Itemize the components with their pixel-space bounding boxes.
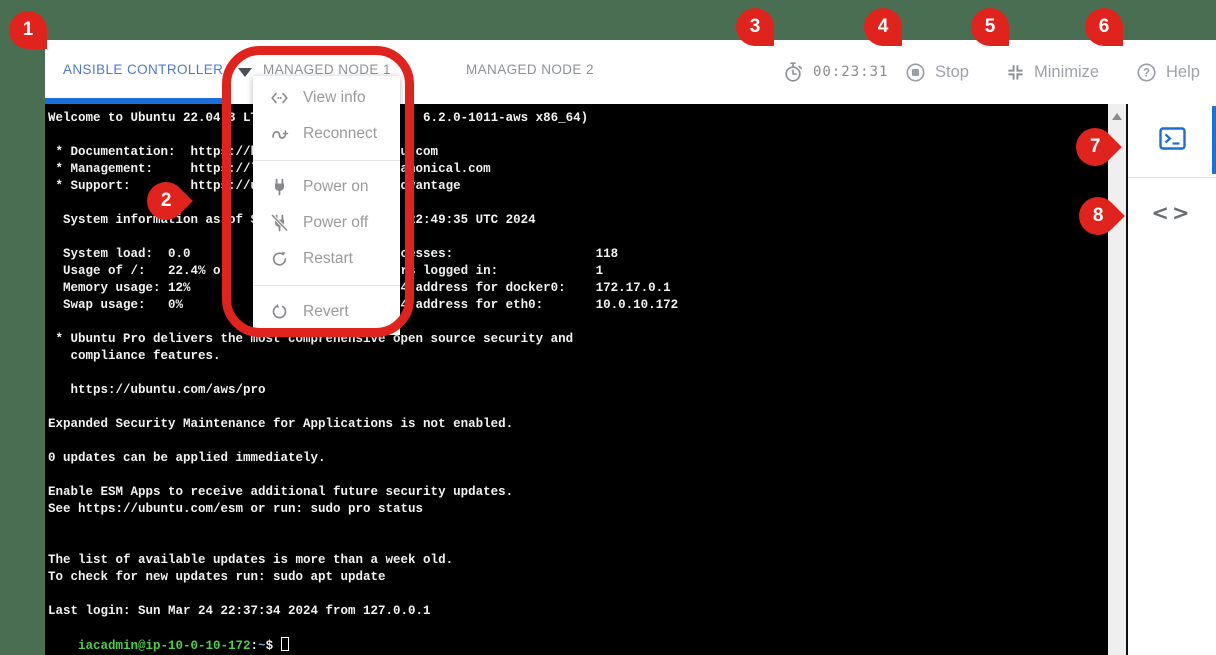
chevron-down-icon[interactable]	[238, 68, 252, 77]
terminal-line: * Support: https://ubuntu .com/advantage	[48, 178, 1108, 195]
svg-text:?: ?	[1143, 67, 1150, 79]
menu-item-power-off[interactable]: Power off	[253, 205, 400, 241]
minimize-button[interactable]: Minimize	[1006, 40, 1099, 104]
help-icon: ?	[1136, 62, 1157, 83]
terminal-line: Enable ESM Apps to receive additional fu…	[48, 484, 1108, 501]
terminal-line: See https://ubuntu.com/esm or run: sudo …	[48, 501, 1108, 518]
scroll-up-icon[interactable]	[1112, 113, 1122, 120]
terminal-line	[48, 314, 1108, 331]
tool-sidebar: <>	[1128, 104, 1216, 655]
terminal-line: * Management: https://landscape .canonic…	[48, 161, 1108, 178]
terminal-line: To check for new updates run: sudo apt u…	[48, 569, 1108, 586]
menu-item-label: Restart	[303, 250, 353, 268]
prompt-user-host: iacadmin@ip-10-0-10-172	[78, 639, 251, 653]
terminal-line	[48, 365, 1108, 382]
terminal-cursor	[281, 637, 289, 651]
stop-button[interactable]: Stop	[905, 40, 969, 104]
terminal-tool-button[interactable]	[1128, 104, 1216, 178]
code-icon: <>	[1151, 201, 1192, 225]
menu-item-label: Reconnect	[303, 125, 377, 143]
terminal-line	[48, 586, 1108, 603]
prompt-path: ~	[258, 639, 266, 653]
help-label: Help	[1166, 63, 1200, 82]
terminal-line: * Ubuntu Pro delivers the most comprehen…	[48, 331, 1108, 348]
prompt-colon: :	[251, 639, 259, 653]
reconnect-icon	[269, 124, 297, 144]
view-info-icon	[269, 88, 297, 108]
terminal-line: Welcome to Ubuntu 22.04.3 LTS (GNU/Linux…	[48, 110, 1108, 127]
terminal-line: Last login: Sun Mar 24 22:37:34 2024 fro…	[48, 603, 1108, 620]
menu-item-restart[interactable]: Restart	[253, 241, 400, 277]
menu-item-label: Power off	[303, 214, 368, 232]
vm-actions-menu: View info Reconnect Power on	[253, 76, 400, 335]
prompt-dollar: $	[266, 639, 274, 653]
terminal-line: Expanded Security Maintenance for Applic…	[48, 416, 1108, 433]
terminal-window[interactable]: Welcome to Ubuntu 22.04.3 LTS (GNU/Linux…	[45, 104, 1108, 655]
terminal-line: 0 updates can be applied immediately.	[48, 450, 1108, 467]
menu-divider	[253, 160, 400, 161]
header-bar: ANSIBLE CONTROLLER MANAGED NODE 1 MANAGE…	[45, 40, 1216, 104]
terminal-line: System load: 0.0 Processes: 118	[48, 246, 1108, 263]
terminal-line: The list of available updates is more th…	[48, 552, 1108, 569]
terminal-line	[48, 399, 1108, 416]
terminal-line	[48, 535, 1108, 552]
menu-item-reconnect[interactable]: Reconnect	[253, 116, 400, 152]
timer-value: 00:23:31	[813, 64, 888, 80]
terminal-line: Memory usage: 12% IPv4 address for docke…	[48, 280, 1108, 297]
menu-item-label: Power on	[303, 178, 368, 196]
terminal-line	[48, 229, 1108, 246]
terminal-line	[48, 433, 1108, 450]
terminal-icon	[1159, 127, 1186, 155]
terminal-line: Usage of /: 22.4% o Users logged in: 1	[48, 263, 1108, 280]
terminal-line	[48, 467, 1108, 484]
revert-icon	[269, 302, 297, 322]
terminal-line: * Documentation: https://help .ubuntu.co…	[48, 144, 1108, 161]
terminal-line: https://ubuntu.com/aws/pro	[48, 382, 1108, 399]
session-timer: 00:23:31	[783, 40, 888, 104]
help-button[interactable]: ? Help	[1136, 40, 1200, 104]
active-tool-indicator	[1212, 106, 1216, 174]
code-tool-button[interactable]: <>	[1128, 178, 1216, 248]
menu-item-view-info[interactable]: View info	[253, 80, 400, 116]
menu-item-power-on[interactable]: Power on	[253, 169, 400, 205]
terminal-prompt: iacadmin@ip-10-0-10-172:~$	[48, 620, 1108, 637]
terminal-line	[48, 127, 1108, 144]
tab-managed-node-2[interactable]: MANAGED NODE 2	[466, 40, 594, 98]
terminal-line: System information as of Sun Mar 24 22:4…	[48, 212, 1108, 229]
terminal-line	[48, 195, 1108, 212]
stop-label: Stop	[935, 63, 969, 82]
menu-divider	[253, 285, 400, 286]
terminal-line	[48, 518, 1108, 535]
minimize-label: Minimize	[1034, 63, 1099, 82]
stop-icon	[905, 62, 926, 83]
tab-ansible-controller[interactable]: ANSIBLE CONTROLLER	[63, 40, 223, 98]
terminal-scrollbar[interactable]	[1108, 104, 1126, 655]
menu-item-label: Revert	[303, 303, 349, 321]
minimize-icon	[1006, 63, 1025, 82]
power-off-icon	[269, 213, 297, 233]
annotation-pin-1: 1	[9, 11, 47, 49]
timer-icon	[783, 61, 804, 83]
terminal-line: compliance features.	[48, 348, 1108, 365]
terminal-line: Swap usage: 0% IPv4 address for eth0: 10…	[48, 297, 1108, 314]
menu-item-label: View info	[303, 89, 366, 107]
menu-item-revert[interactable]: Revert	[253, 294, 400, 330]
restart-icon	[269, 249, 297, 269]
power-on-icon	[269, 177, 297, 197]
